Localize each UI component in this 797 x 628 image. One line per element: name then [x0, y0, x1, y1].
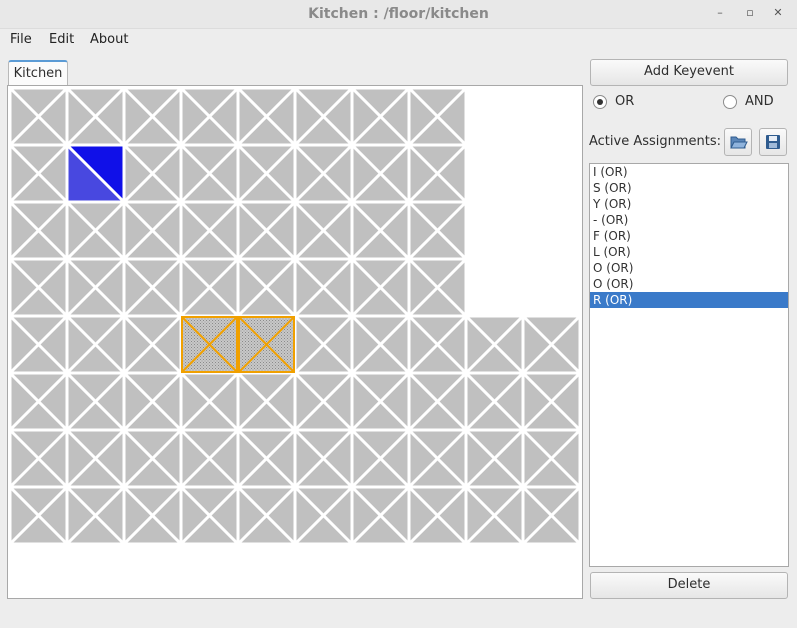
or-label: OR: [615, 94, 635, 109]
assignment-item[interactable]: - (OR): [590, 212, 788, 228]
window-title: Kitchen : /floor/kitchen: [308, 6, 489, 22]
assignment-item[interactable]: R (OR): [590, 292, 788, 308]
assignment-item[interactable]: S (OR): [590, 180, 788, 196]
and-radio[interactable]: [723, 95, 737, 109]
save-icon: [766, 135, 780, 149]
assignment-item[interactable]: Y (OR): [590, 196, 788, 212]
save-button[interactable]: [759, 128, 787, 156]
menu-file[interactable]: File: [10, 32, 32, 47]
tab-kitchen[interactable]: Kitchen: [8, 60, 68, 87]
close-button[interactable]: ✕: [770, 5, 786, 21]
open-button[interactable]: [724, 128, 752, 156]
assignments-list[interactable]: I (OR) S (OR) Y (OR) - (OR) F (OR) L (OR) O (O…: [589, 163, 789, 567]
folder-open-icon: [730, 136, 748, 149]
floor-grid[interactable]: [8, 86, 582, 598]
floor-canvas[interactable]: [7, 85, 583, 599]
add-keyevent-button[interactable]: Add Keyevent: [590, 59, 788, 86]
maximize-button[interactable]: ▫: [742, 5, 758, 21]
menu-edit[interactable]: Edit: [49, 32, 74, 47]
title-bar: Kitchen : /floor/kitchen – ▫ ✕: [0, 0, 797, 29]
menu-about[interactable]: About: [90, 32, 128, 47]
assignment-item[interactable]: I (OR): [590, 164, 788, 180]
assignment-item[interactable]: L (OR): [590, 244, 788, 260]
minimize-button[interactable]: –: [712, 5, 728, 21]
or-radio[interactable]: [593, 95, 607, 109]
active-assignments-label: Active Assignments:: [589, 134, 722, 149]
and-label: AND: [745, 94, 774, 109]
assignment-item[interactable]: F (OR): [590, 228, 788, 244]
delete-button[interactable]: Delete: [590, 572, 788, 599]
menu-bar: File Edit About: [0, 29, 797, 51]
assignment-item[interactable]: O (OR): [590, 260, 788, 276]
assignment-item[interactable]: O (OR): [590, 276, 788, 292]
